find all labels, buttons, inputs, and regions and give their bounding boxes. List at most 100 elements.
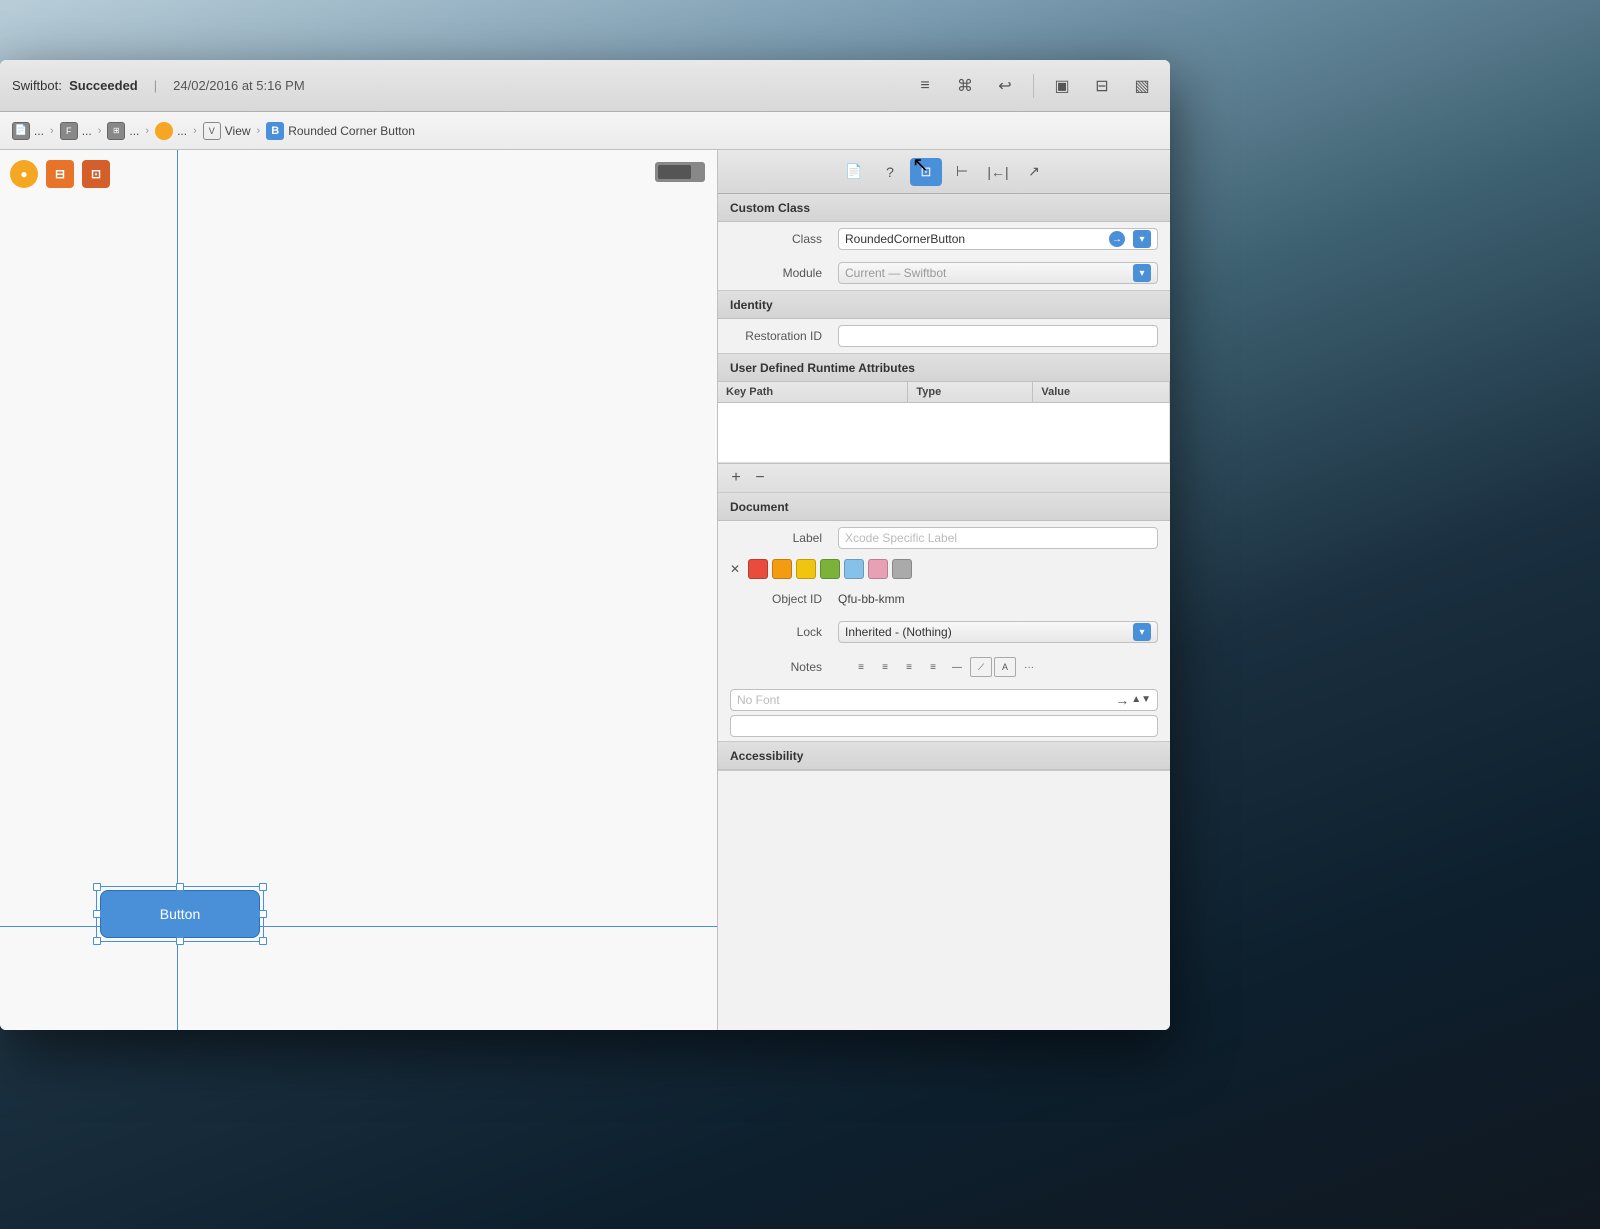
breadcrumb-item-6[interactable]: B Rounded Corner Button xyxy=(266,122,415,140)
accessibility-title: Accessibility xyxy=(730,749,803,763)
font-arrow[interactable]: → xyxy=(1115,692,1129,708)
breadcrumb-arrow-2: › xyxy=(98,125,102,137)
status-divider: | xyxy=(154,78,157,93)
canvas-button-element[interactable]: Button xyxy=(100,890,260,938)
notes-diagonal[interactable]: ⟋ xyxy=(970,657,992,677)
document-header: Document xyxy=(718,493,1170,521)
breadcrumb-item-2[interactable]: F ... xyxy=(60,122,92,140)
notes-align-right[interactable]: ≡ xyxy=(898,657,920,677)
titlebar-status: Swiftbot: Succeeded | 24/02/2016 at 5:16… xyxy=(12,78,305,93)
status-label: Swiftbot: Succeeded xyxy=(12,78,138,93)
swatch-pink[interactable] xyxy=(868,559,888,579)
titlebar: Swiftbot: Succeeded | 24/02/2016 at 5:16… xyxy=(0,60,1170,112)
canvas-tool-yellow[interactable]: ● xyxy=(10,160,38,188)
class-value: RoundedCornerButton xyxy=(845,232,1105,246)
module-dropdown[interactable]: Current — Swiftbot ▾ xyxy=(838,262,1158,284)
insp-size-icon[interactable]: |←| xyxy=(982,158,1014,186)
insp-identity-icon[interactable]: ⊡ xyxy=(910,158,942,186)
custom-class-section: Custom Class Class RoundedCornerButton →… xyxy=(718,194,1170,291)
right-panel-icon[interactable]: ▧ xyxy=(1126,70,1158,102)
titlebar-toolbar: ≡ ⌘ ↩ ▣ ⊟ ▧ xyxy=(909,70,1158,102)
class-row: Class RoundedCornerButton → ▾ xyxy=(718,222,1170,256)
notes-text-area[interactable] xyxy=(730,715,1158,737)
back-icon[interactable]: ↩ xyxy=(989,70,1021,102)
attr-table: Key Path Type Value xyxy=(718,382,1170,463)
remove-attribute-button[interactable]: − xyxy=(750,468,770,488)
swatch-light-blue[interactable] xyxy=(844,559,864,579)
user-defined-section: User Defined Runtime Attributes Key Path… xyxy=(718,354,1170,493)
class-arrow-btn[interactable]: → xyxy=(1109,231,1125,247)
breadcrumb-arrow-1: › xyxy=(50,125,54,137)
breadcrumb-text-4: ... xyxy=(177,124,187,138)
identity-section: Identity Restoration ID xyxy=(718,291,1170,354)
separator xyxy=(1033,74,1034,98)
document-section: Document Label Xcode Specific Label ✕ xyxy=(718,493,1170,742)
accessibility-header: Accessibility xyxy=(718,742,1170,770)
class-input[interactable]: RoundedCornerButton → ▾ xyxy=(838,228,1158,250)
handle-bl[interactable] xyxy=(93,937,101,945)
breadcrumb-storyboard-icon: ⊞ xyxy=(107,122,125,140)
module-dropdown-arrow[interactable]: ▾ xyxy=(1133,264,1151,282)
breadcrumb-title: Rounded Corner Button xyxy=(288,124,415,138)
breadcrumb-item-4[interactable]: ... xyxy=(155,122,187,140)
label-field-label: Label xyxy=(730,531,830,545)
lock-label: Lock xyxy=(730,625,830,639)
standard-editor-icon[interactable]: ▣ xyxy=(1046,70,1078,102)
canvas-panel: ● ⊟ ⊡ Button xyxy=(0,150,718,1030)
notes-justify[interactable]: ≡ xyxy=(922,657,944,677)
swatch-gray[interactable] xyxy=(892,559,912,579)
breadcrumb-arrow-3: › xyxy=(145,125,149,137)
swatch-green[interactable] xyxy=(820,559,840,579)
handle-tl[interactable] xyxy=(93,883,101,891)
user-defined-title: User Defined Runtime Attributes xyxy=(730,361,915,375)
breadcrumb-circle-icon xyxy=(155,122,173,140)
notes-text[interactable]: A xyxy=(994,657,1016,677)
link-icon[interactable]: ⌘ xyxy=(949,70,981,102)
canvas-tool-red[interactable]: ⊡ xyxy=(82,160,110,188)
lock-dropdown-arrow[interactable]: ▾ xyxy=(1133,623,1151,641)
breadcrumb-item-3[interactable]: ⊞ ... xyxy=(107,122,139,140)
breadcrumb-text-5: View xyxy=(225,124,251,138)
bottom-panel-icon[interactable]: ⊟ xyxy=(1086,70,1118,102)
handle-mr[interactable] xyxy=(259,910,267,918)
lines-icon[interactable]: ≡ xyxy=(909,70,941,102)
inspector-panel: 📄 ? ⊡ ⊢ |←| ↗ Custom Class Class Rounded… xyxy=(718,150,1170,1030)
handle-tr[interactable] xyxy=(259,883,267,891)
module-row: Module Current — Swiftbot ▾ xyxy=(718,256,1170,290)
object-id-row: Object ID Qfu-bb-kmm xyxy=(718,583,1170,615)
insp-attributes-icon[interactable]: ⊢ xyxy=(946,158,978,186)
class-dropdown-arrow[interactable]: ▾ xyxy=(1133,230,1151,248)
breadcrumb-item-1[interactable]: 📄 ... xyxy=(12,122,44,140)
notes-align-left[interactable]: ≡ xyxy=(850,657,872,677)
class-label: Class xyxy=(730,232,830,246)
notes-label: Notes xyxy=(730,660,830,674)
object-id-value: Qfu-bb-kmm xyxy=(838,592,905,606)
label-input[interactable]: Xcode Specific Label xyxy=(838,527,1158,549)
breadcrumb-item-5[interactable]: V View xyxy=(203,122,251,140)
swatch-orange[interactable] xyxy=(772,559,792,579)
insp-connections-icon[interactable]: ↗ xyxy=(1018,158,1050,186)
insp-help-icon[interactable]: ? xyxy=(874,158,906,186)
restoration-id-input[interactable] xyxy=(838,325,1158,347)
notes-dash[interactable]: — xyxy=(946,657,968,677)
swatch-yellow[interactable] xyxy=(796,559,816,579)
status-time: 24/02/2016 at 5:16 PM xyxy=(173,78,305,93)
label-row: Label Xcode Specific Label xyxy=(718,521,1170,555)
notes-more[interactable]: ··· xyxy=(1018,657,1040,677)
module-value: Current — Swiftbot xyxy=(845,266,946,280)
breadcrumb-doc-icon: 📄 xyxy=(12,122,30,140)
canvas-tool-orange[interactable]: ⊟ xyxy=(46,160,74,188)
font-select[interactable]: No Font → ▲▼ xyxy=(730,689,1158,711)
font-stepper[interactable]: ▲▼ xyxy=(1131,695,1151,705)
insp-file-icon[interactable]: 📄 xyxy=(838,158,870,186)
notes-align-center[interactable]: ≡ xyxy=(874,657,896,677)
breadcrumb-text-1: ... xyxy=(34,124,44,138)
breadcrumb-arrow-5: › xyxy=(257,125,261,137)
add-attribute-button[interactable]: + xyxy=(726,468,746,488)
swatch-red[interactable] xyxy=(748,559,768,579)
font-placeholder: No Font xyxy=(737,693,780,707)
handle-br[interactable] xyxy=(259,937,267,945)
lock-dropdown[interactable]: Inherited - (Nothing) ▾ xyxy=(838,621,1158,643)
color-swatches-row: ✕ xyxy=(718,555,1170,583)
color-x-button[interactable]: ✕ xyxy=(730,562,740,576)
